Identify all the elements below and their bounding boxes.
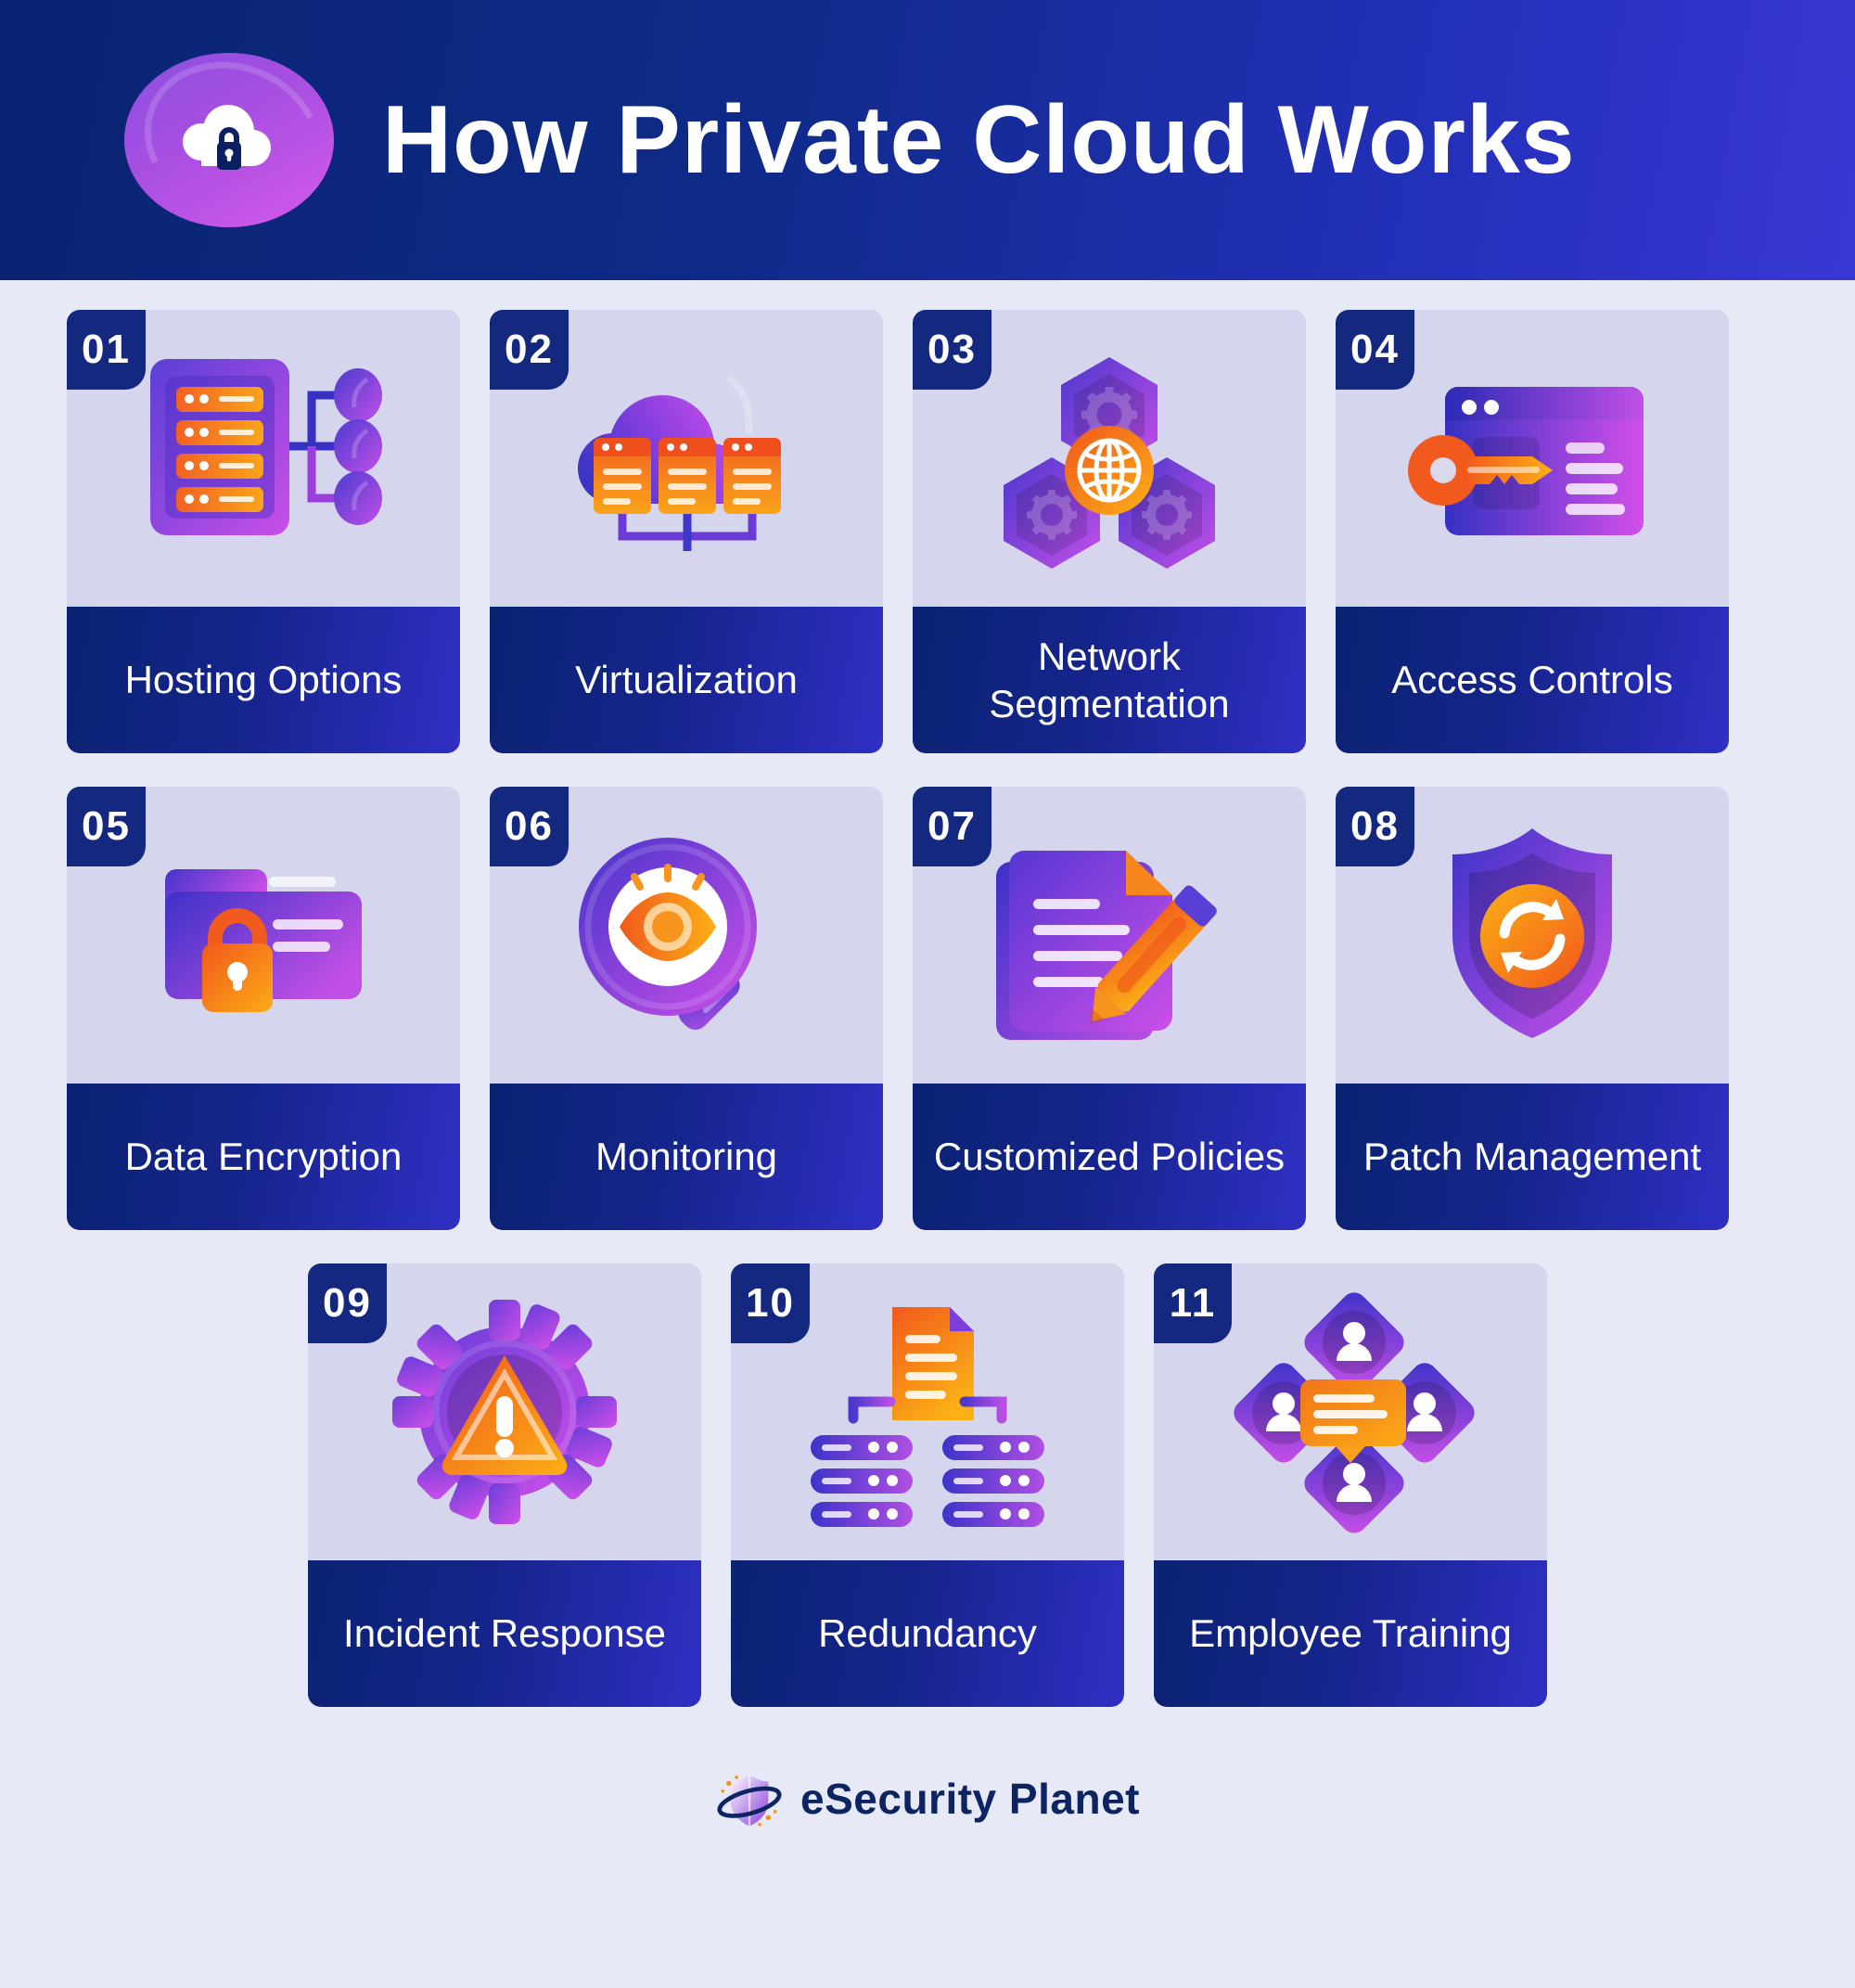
card-visual: 07 xyxy=(913,787,1306,1084)
cloud-lock-icon xyxy=(183,105,271,170)
card-label: Monitoring xyxy=(490,1084,883,1230)
card-network-segmentation[interactable]: 03 Network Segmentation xyxy=(913,310,1306,753)
card-label: Patch Management xyxy=(1336,1084,1729,1230)
folder-lock-icon xyxy=(124,810,403,1060)
shield-orbit-icon xyxy=(717,1775,782,1827)
cloud-servers-icon xyxy=(547,333,825,584)
card-label-text: Access Controls xyxy=(1391,658,1673,702)
card-label-text: Data Encryption xyxy=(124,1135,403,1179)
card-visual: 01 xyxy=(67,310,460,607)
card-number-badge: 04 xyxy=(1336,310,1414,390)
card-number-badge: 09 xyxy=(308,1263,387,1343)
card-number-badge: 01 xyxy=(67,310,146,390)
card-label: Virtualization xyxy=(490,607,883,753)
header-logo xyxy=(124,53,334,227)
hexagon-gears-globe-icon xyxy=(970,333,1248,584)
card-number-badge: 10 xyxy=(731,1263,810,1343)
card-incident-response[interactable]: 09 Incident Response xyxy=(308,1263,701,1707)
footer-brand: eSecurity Planet xyxy=(0,1740,1855,1833)
card-number-badge: 02 xyxy=(490,310,569,390)
card-label: Employee Training xyxy=(1154,1560,1547,1707)
card-label-text: Patch Management xyxy=(1362,1135,1702,1179)
card-label-text: Monitoring xyxy=(595,1135,778,1179)
card-patch-management[interactable]: 08 Patch Management xyxy=(1336,787,1729,1230)
card-number-badge: 08 xyxy=(1336,787,1414,866)
card-visual: 08 xyxy=(1336,787,1729,1084)
card-customized-policies[interactable]: 07 Customized Policies xyxy=(913,787,1306,1230)
diamond-users-chat-icon xyxy=(1211,1287,1490,1537)
cards-row-2: 05 Data Encryption 06 Monitoring 07 Cust… xyxy=(67,787,1788,1230)
card-access-controls[interactable]: 04 Access Controls xyxy=(1336,310,1729,753)
card-label-text: Incident Response xyxy=(343,1611,666,1656)
card-label: Redundancy xyxy=(731,1560,1124,1707)
card-label-text: Network Segmentation xyxy=(989,634,1230,725)
key-browser-window-icon xyxy=(1393,333,1671,584)
card-visual: 06 xyxy=(490,787,883,1084)
card-number-badge: 05 xyxy=(67,787,146,866)
card-visual: 11 xyxy=(1154,1263,1547,1560)
card-employee-training[interactable]: 11 Employee Training xyxy=(1154,1263,1547,1707)
card-label: Incident Response xyxy=(308,1560,701,1707)
card-label-text: Virtualization xyxy=(575,658,798,702)
card-label: Data Encryption xyxy=(67,1084,460,1230)
card-number-badge: 07 xyxy=(913,787,991,866)
card-label-text: Hosting Options xyxy=(124,658,403,702)
card-label-text: Employee Training xyxy=(1189,1611,1512,1656)
shield-refresh-icon xyxy=(1393,810,1671,1060)
document-pencil-icon xyxy=(970,810,1248,1060)
card-visual: 09 xyxy=(308,1263,701,1560)
server-rack-nodes-icon xyxy=(124,333,403,584)
card-label-text: Redundancy xyxy=(818,1611,1037,1656)
card-visual: 10 xyxy=(731,1263,1124,1560)
card-visual: 03 xyxy=(913,310,1306,607)
document-servers-icon xyxy=(788,1287,1067,1537)
card-number-badge: 03 xyxy=(913,310,991,390)
card-data-encryption[interactable]: 05 Data Encryption xyxy=(67,787,460,1230)
footer-brand-text: eSecurity Planet xyxy=(800,1775,1140,1823)
cards-row-1: 01 Hosting Options 02 Virtualization 03 … xyxy=(67,310,1788,753)
card-label: Network Segmentation xyxy=(913,607,1306,753)
card-redundancy[interactable]: 10 Redundancy xyxy=(731,1263,1124,1707)
card-visual: 04 xyxy=(1336,310,1729,607)
gear-warning-icon xyxy=(365,1287,644,1537)
card-virtualization[interactable]: 02 Virtualization xyxy=(490,310,883,753)
card-number-badge: 06 xyxy=(490,787,569,866)
cards-grid: 01 Hosting Options 02 Virtualization 03 … xyxy=(0,280,1855,1707)
magnifier-eye-icon xyxy=(547,810,825,1060)
page-title: How Private Cloud Works xyxy=(382,86,1576,194)
header-banner: How Private Cloud Works xyxy=(0,0,1855,280)
cards-row-3: 09 Incident Response 10 Redundancy 11 Em… xyxy=(67,1263,1788,1707)
card-label: Hosting Options xyxy=(67,607,460,753)
card-monitoring[interactable]: 06 Monitoring xyxy=(490,787,883,1230)
card-visual: 02 xyxy=(490,310,883,607)
card-visual: 05 xyxy=(67,787,460,1084)
card-label: Customized Policies xyxy=(913,1084,1306,1230)
infographic-page: How Private Cloud Works 01 Hosting Optio… xyxy=(0,0,1855,1988)
card-label-text: Customized Policies xyxy=(933,1135,1286,1179)
card-label: Access Controls xyxy=(1336,607,1729,753)
card-number-badge: 11 xyxy=(1154,1263,1232,1343)
card-hosting-options[interactable]: 01 Hosting Options xyxy=(67,310,460,753)
